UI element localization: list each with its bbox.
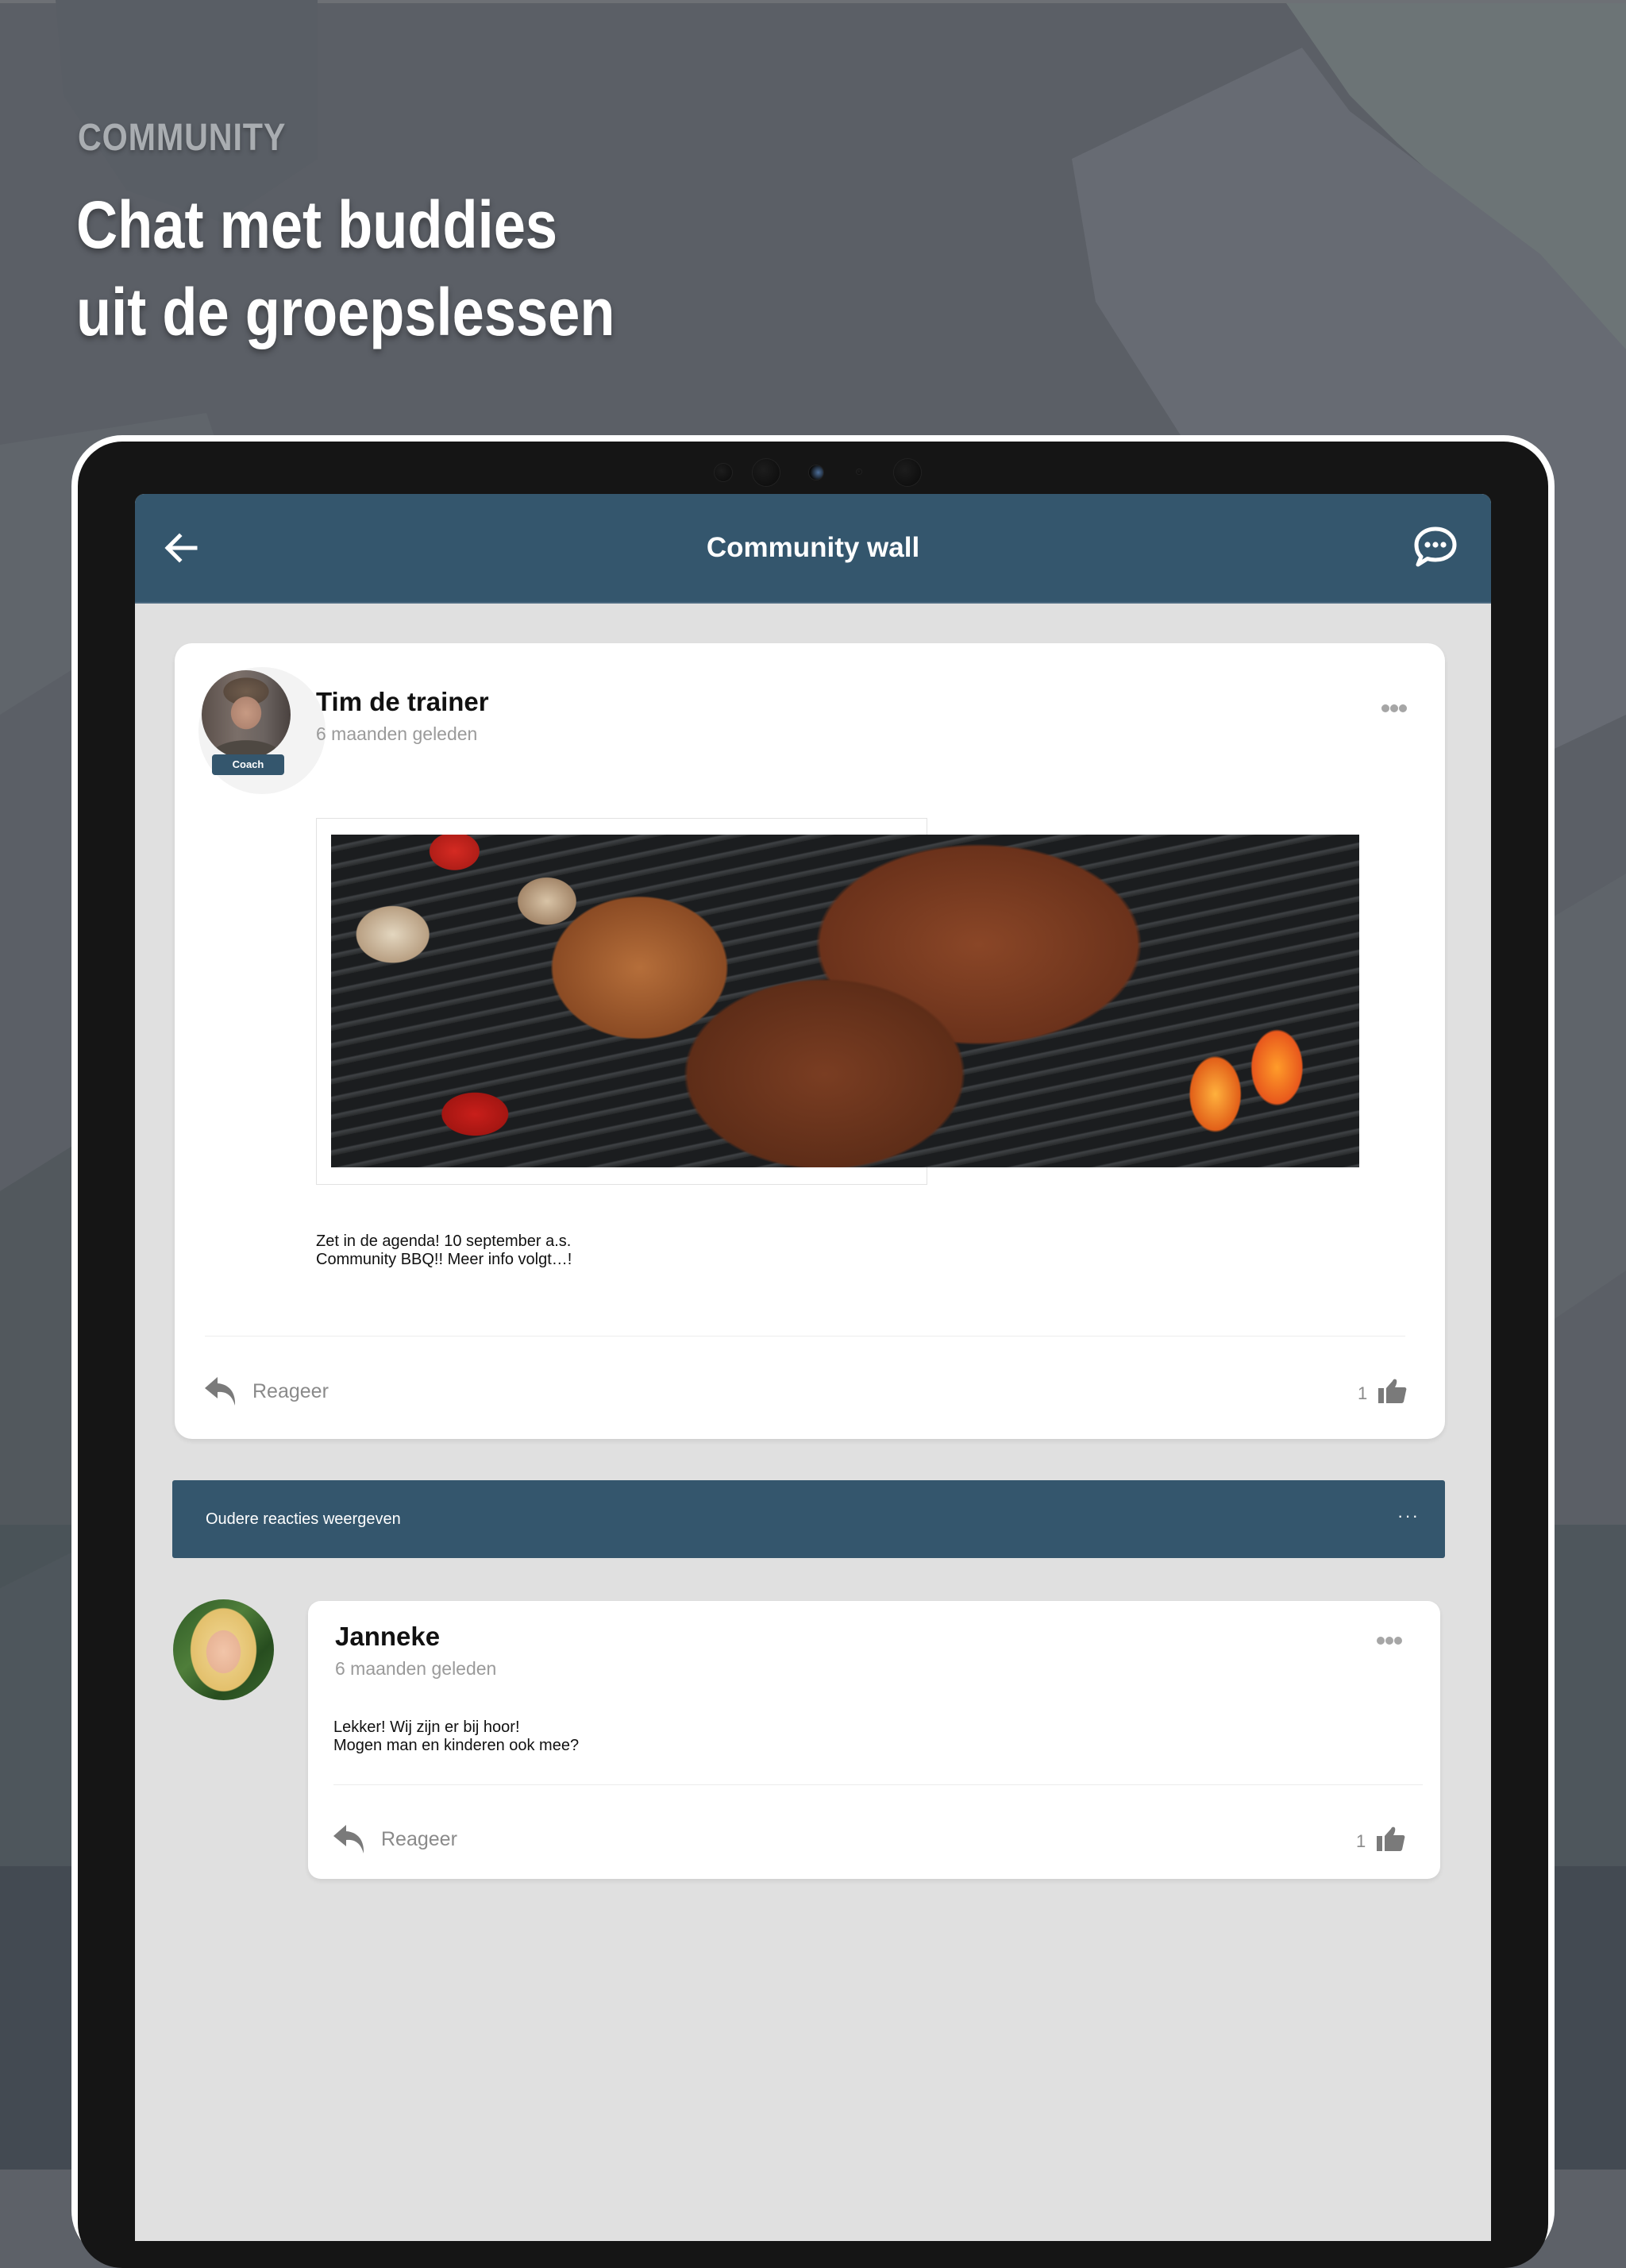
like-count: 1 xyxy=(1358,1383,1368,1403)
sensor-icon xyxy=(715,464,732,481)
page-title: Community wall xyxy=(706,532,920,563)
post-body: Zet in de agenda! 10 september a.s. Comm… xyxy=(316,1232,572,1269)
camera-lens-icon xyxy=(809,465,823,480)
comment-more-button[interactable] xyxy=(1377,1633,1408,1649)
more-dot-icon xyxy=(1381,704,1389,712)
show-older-comments-button[interactable]: Oudere reacties weergeven ··· xyxy=(172,1480,1445,1558)
comment-avatar[interactable] xyxy=(173,1599,274,1700)
more-dot-icon xyxy=(1377,1637,1385,1645)
like-count: 1 xyxy=(1356,1830,1366,1851)
comment-body-line: Mogen man en kinderen ook mee? xyxy=(333,1737,580,1754)
promo-title-line-1: Chat met buddies xyxy=(76,187,558,262)
divider xyxy=(333,1784,1423,1785)
post-body-line: Community BBQ!! Meer info volgt…! xyxy=(316,1251,572,1268)
sensor-icon xyxy=(857,469,861,474)
author-name[interactable]: Tim de trainer xyxy=(316,687,489,717)
like-group: 1 xyxy=(1358,1378,1407,1409)
reply-icon xyxy=(333,1825,364,1853)
chat-button[interactable] xyxy=(1410,523,1461,573)
comment-time: 6 maanden geleden xyxy=(335,1658,497,1679)
older-comments-label: Oudere reacties weergeven xyxy=(206,1510,401,1528)
chat-bubble-dots-icon xyxy=(1414,526,1457,567)
camera-lens-icon xyxy=(894,459,921,486)
comment-body-line: Lekker! Wij zijn er bij hoor! xyxy=(333,1718,520,1736)
thumbs-up-icon xyxy=(1378,1379,1407,1403)
more-dot-icon xyxy=(1399,704,1407,712)
app-screen: Community wall Coach Tim de trainer 6 ma… xyxy=(135,494,1491,2241)
camera-array xyxy=(0,459,1626,486)
post-time: 6 maanden geleden xyxy=(316,723,478,744)
coach-badge: Coach xyxy=(212,754,284,775)
like-button[interactable] xyxy=(1378,1378,1407,1409)
reply-icon xyxy=(205,1377,236,1406)
like-group: 1 xyxy=(1356,1826,1405,1857)
comment-reply-button[interactable]: Reageer xyxy=(332,1823,457,1855)
reply-label: Reageer xyxy=(381,1827,457,1850)
promo-kicker: COMMUNITY xyxy=(78,117,287,159)
reply-label: Reageer xyxy=(252,1379,329,1402)
more-dot-icon xyxy=(1394,1637,1402,1645)
more-dot-icon xyxy=(1385,1637,1393,1645)
post-body-line: Zet in de agenda! 10 september a.s. xyxy=(316,1232,572,1250)
promo-title: Chat met buddies uit de groepslessen xyxy=(76,181,615,356)
app-header: Community wall xyxy=(135,494,1491,604)
camera-lens-icon xyxy=(753,459,780,486)
thumbs-up-icon xyxy=(1377,1826,1405,1851)
comment-card: Janneke 6 maanden geleden Lekker! Wij zi… xyxy=(308,1601,1440,1879)
author-avatar[interactable] xyxy=(202,670,291,759)
comment-author[interactable]: Janneke xyxy=(335,1622,440,1652)
comment-body: Lekker! Wij zijn er bij hoor! Mogen man … xyxy=(333,1718,579,1755)
more-dot-icon xyxy=(1390,704,1398,712)
like-button[interactable] xyxy=(1377,1826,1405,1857)
post-more-button[interactable] xyxy=(1381,700,1413,716)
post-card: Coach Tim de trainer 6 maanden geleden Z… xyxy=(175,643,1445,1439)
promo-title-line-2: uit de groepslessen xyxy=(76,275,615,349)
post-image[interactable] xyxy=(331,835,1359,1167)
reply-button[interactable]: Reageer xyxy=(203,1375,329,1407)
older-comments-more-icon[interactable]: ··· xyxy=(1397,1506,1420,1526)
